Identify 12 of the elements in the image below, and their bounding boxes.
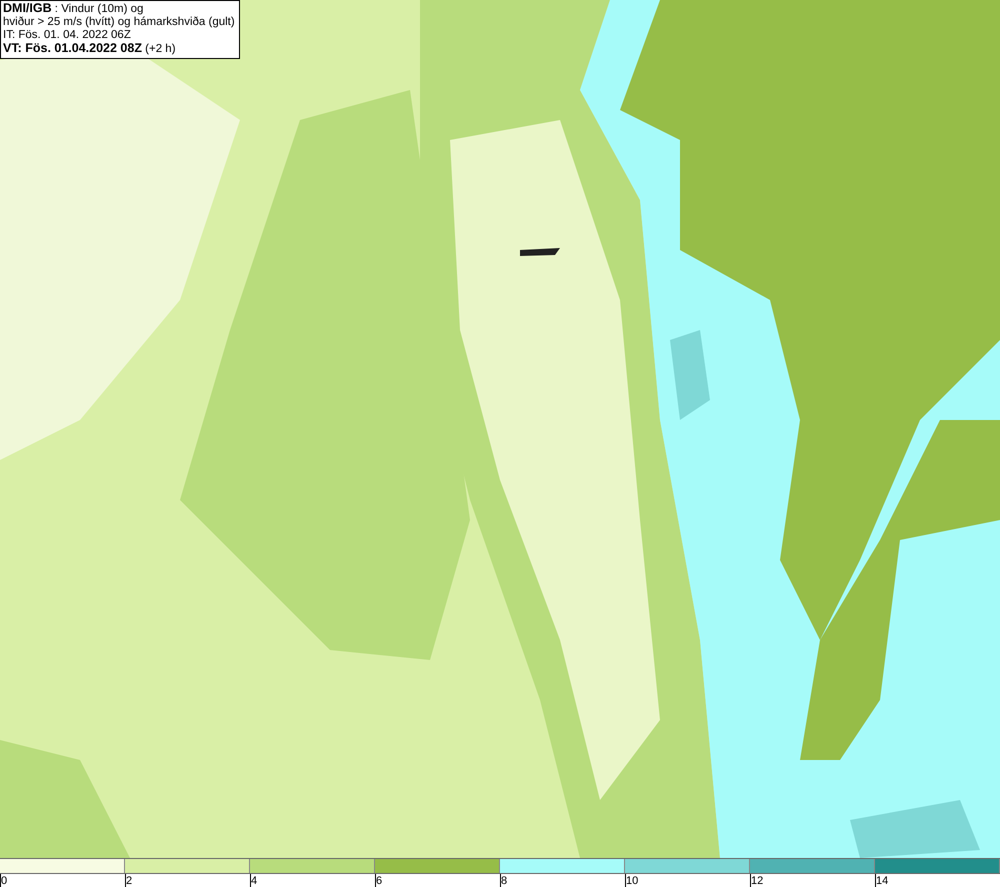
map-title-line: VT: Fös. 01.04.2022 08Z (+2 h) (3, 42, 177, 56)
scale-label: 0 (1, 875, 8, 887)
scale-label: 12 (751, 875, 764, 887)
scale-label: 8 (501, 875, 508, 887)
map-title-line: IT: Fös. 01. 04. 2022 06Z (3, 29, 132, 42)
map-title-line: DMI/IGB : Vindur (10m) og (3, 2, 144, 16)
scale-label: 4 (251, 875, 258, 887)
map-title-line: hviður > 25 m/s (hvítt) og hámarkshviða (gult) (3, 16, 235, 29)
scale-label: 6 (376, 875, 382, 887)
scale-label: 10 (626, 875, 638, 887)
scale-label: 2 (126, 875, 132, 887)
scale-label: 14 (876, 875, 888, 887)
